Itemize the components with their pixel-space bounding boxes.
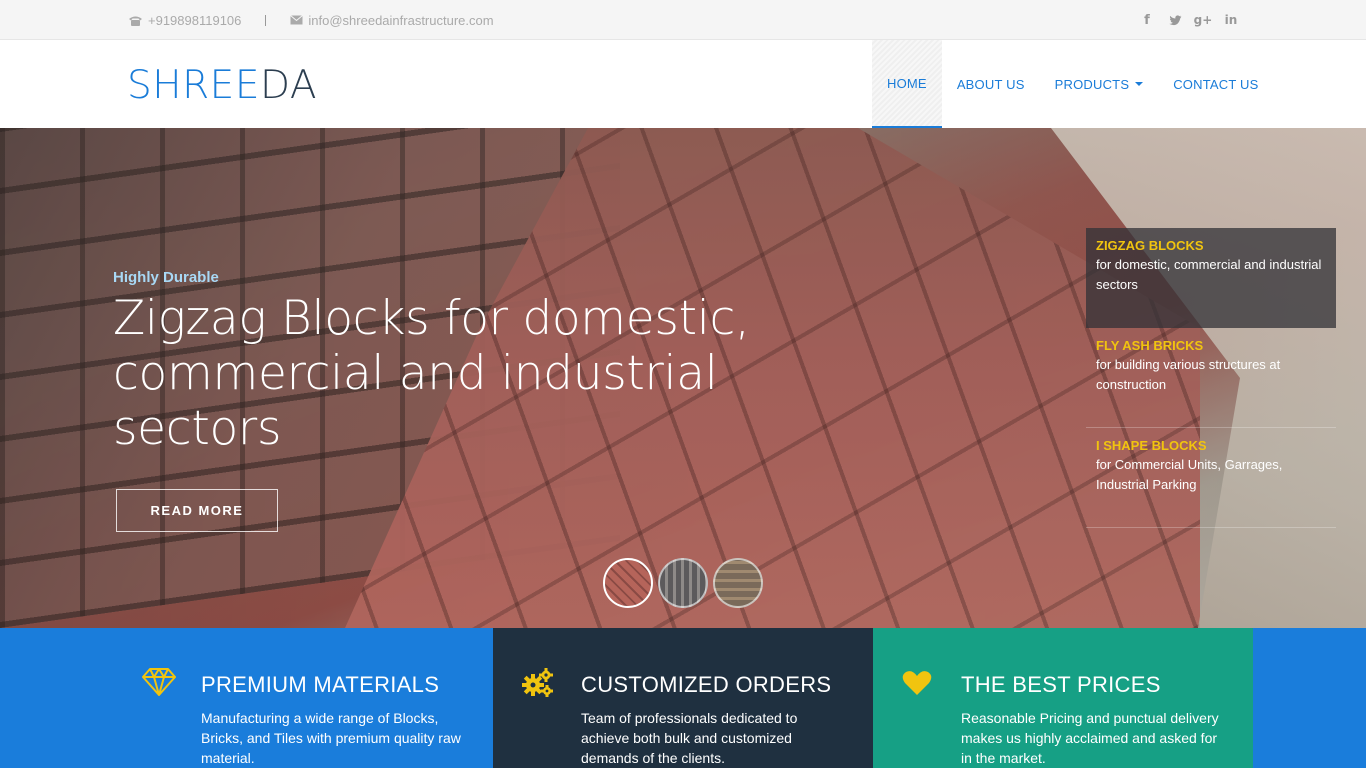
email-item: info@shreedainfrastructure.com: [290, 13, 494, 28]
nav-contact-us[interactable]: CONTACT US: [1158, 40, 1273, 128]
social-links: f g+ in: [1140, 0, 1238, 40]
hero-title: Zigzag Blocks for domestic, commercial a…: [113, 291, 750, 456]
slide-thumbnail-3[interactable]: [713, 558, 763, 608]
phone-item: +919898119106: [128, 13, 241, 28]
nav-home[interactable]: HOME: [872, 40, 942, 128]
slide-item-title: ZIGZAG BLOCKS: [1096, 238, 1204, 253]
slide-item-fly-ash[interactable]: FLY ASH BRICKS for building various stru…: [1086, 328, 1336, 428]
nav-about-label: ABOUT US: [956, 76, 1025, 92]
heart-icon: [902, 670, 932, 701]
feature-desc: Reasonable Pricing and punctual delivery…: [961, 710, 1219, 766]
slide-item-title: I SHAPE BLOCKS: [1096, 438, 1207, 453]
facebook-icon[interactable]: f: [1140, 13, 1154, 28]
twitter-icon[interactable]: [1168, 13, 1182, 27]
feature-desc: Manufacturing a wide range of Blocks, Br…: [201, 710, 461, 766]
read-more-button[interactable]: READ MORE: [116, 489, 278, 532]
feature-best-prices: THE BEST PRICES Reasonable Pricing and p…: [873, 628, 1253, 768]
feature-title: THE BEST PRICES: [961, 672, 1161, 697]
envelope-icon: [290, 15, 304, 25]
logo-part-dark: DA: [259, 63, 317, 108]
slide-item-desc: for domestic, commercial and industrial …: [1096, 257, 1322, 292]
slide-thumbnail-1[interactable]: [603, 558, 653, 608]
site-logo[interactable]: SHREEDA: [127, 64, 317, 108]
contact-info: +919898119106 info@shreedainfrastructure…: [128, 0, 494, 40]
hero-subtitle: Highly Durable: [113, 269, 219, 286]
linkedin-icon[interactable]: in: [1224, 13, 1238, 27]
feature-desc: Team of professionals dedicated to achie…: [581, 710, 798, 766]
slide-item-desc: for Commercial Units, Garrages, Industri…: [1096, 457, 1283, 492]
site-header: SHREEDA HOME ABOUT US PRODUCTS CONTACT U…: [0, 40, 1366, 128]
feature-title: PREMIUM MATERIALS: [201, 672, 440, 697]
main-nav: HOME ABOUT US PRODUCTS CONTACT US: [872, 40, 1274, 128]
feature-panel-partial: [1253, 628, 1366, 768]
phone-number: +919898119106: [148, 12, 242, 28]
nav-about-us[interactable]: ABOUT US: [942, 40, 1040, 128]
hero-slider: Highly Durable Zigzag Blocks for domesti…: [0, 128, 1366, 628]
slide-item-i-shape[interactable]: I SHAPE BLOCKS for Commercial Units, Gar…: [1086, 428, 1336, 528]
slide-thumbnail-2[interactable]: [658, 558, 708, 608]
diamond-icon: [142, 668, 176, 701]
slide-item-title: FLY ASH BRICKS: [1096, 338, 1204, 353]
nav-contact-label: CONTACT US: [1173, 76, 1259, 92]
nav-home-label: HOME: [887, 75, 927, 91]
features-strip: PREMIUM MATERIALS Manufacturing a wide r…: [0, 628, 1366, 768]
top-bar: +919898119106 info@shreedainfrastructure…: [0, 0, 1366, 40]
phone-icon: [128, 15, 143, 26]
slide-item-zigzag[interactable]: ZIGZAG BLOCKS for domestic, commercial a…: [1086, 228, 1336, 328]
slide-thumbnails: [603, 558, 763, 608]
slide-list: ZIGZAG BLOCKS for domestic, commercial a…: [1086, 228, 1336, 528]
feature-customized-orders: CUSTOMIZED ORDERS Team of professionals …: [493, 628, 873, 768]
feature-title: CUSTOMIZED ORDERS: [581, 672, 832, 697]
google-plus-icon[interactable]: g+: [1194, 13, 1213, 27]
nav-products[interactable]: PRODUCTS: [1040, 40, 1159, 128]
gears-icon: [522, 668, 554, 703]
nav-products-label: PRODUCTS: [1054, 76, 1130, 92]
feature-premium-materials: PREMIUM MATERIALS Manufacturing a wide r…: [0, 628, 493, 768]
email-address[interactable]: info@shreedainfrastructure.com: [308, 13, 493, 28]
logo-part-blue: SHREE: [127, 63, 260, 108]
divider: [265, 14, 267, 26]
slide-item-desc: for building various structures at const…: [1096, 357, 1281, 392]
chevron-down-icon: [1135, 82, 1144, 86]
